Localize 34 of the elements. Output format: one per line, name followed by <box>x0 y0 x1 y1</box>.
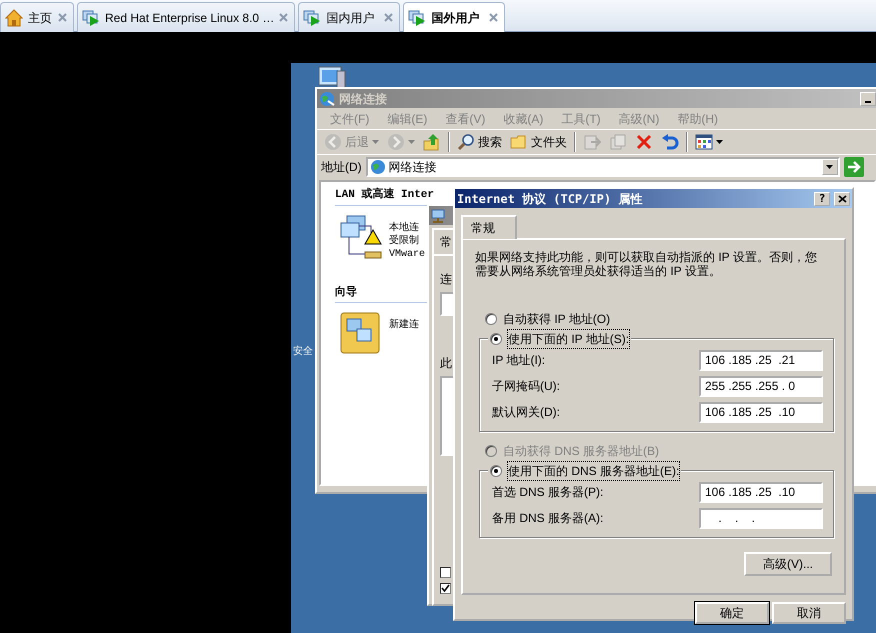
desktop-icon-label[interactable]: 安全 <box>293 344 313 359</box>
connection-label[interactable]: VMware <box>389 248 426 260</box>
window-title: 网络连接 <box>339 90 387 108</box>
field-label: IP 地址(I): <box>492 352 546 369</box>
ip-address-field[interactable]: 106 .185 .25 .21 <box>699 350 823 370</box>
address-field[interactable]: 网络连接 <box>366 157 840 177</box>
dialog-title: Internet 协议 (TCP/IP) 属性 <box>457 190 642 208</box>
folders-button[interactable]: 文件夹 <box>507 133 570 151</box>
help-button[interactable]: ? <box>814 192 830 206</box>
connection-label[interactable]: 新建连 <box>389 319 419 332</box>
connection-label[interactable]: 受限制 <box>389 234 419 248</box>
browser-tab[interactable]: 主页 <box>0 2 74 32</box>
browser-tab[interactable]: 国外用户 <box>403 2 506 32</box>
radio-label[interactable]: 自动获得 IP 地址(O) <box>503 310 610 328</box>
field-label: 备用 DNS 服务器(A): <box>492 510 604 527</box>
field-label: 首选 DNS 服务器(P): <box>492 484 604 501</box>
ip-address-field[interactable]: 106 .185 .25 .10 <box>699 402 823 422</box>
search-button[interactable]: 搜索 <box>454 133 505 151</box>
connection-label[interactable]: 本地连 <box>389 222 419 234</box>
advanced-button[interactable]: 高级(V)... <box>744 552 832 576</box>
ip-address-field[interactable]: . . . <box>699 508 823 528</box>
browser-tab[interactable]: Red Hat Enterprise Linux 8.0 … <box>77 2 296 32</box>
field-label: 默认网关(D): <box>492 404 560 421</box>
browser-tab[interactable]: 国内用户 <box>298 2 400 32</box>
field-label: 子网掩码(U): <box>492 378 560 395</box>
ip-address-field[interactable]: 255 .255 .255 . 0 <box>699 376 823 396</box>
address-value: 网络连接 <box>388 159 437 176</box>
address-label: 地址(D) <box>321 159 362 176</box>
ok-button[interactable]: 确定 <box>695 602 769 624</box>
field-label: 此 <box>440 355 452 372</box>
cancel-button[interactable]: 取消 <box>772 602 846 624</box>
tab[interactable]: 常规 <box>461 215 517 239</box>
description-text: 如果网络支持此功能，则可以获取自动指派的 IP 设置。否则，您需要从网络系统管理员处获得适当的 IP 设置。 <box>474 250 818 278</box>
ip-address-field[interactable]: 106 .185 .25 .10 <box>699 482 823 502</box>
